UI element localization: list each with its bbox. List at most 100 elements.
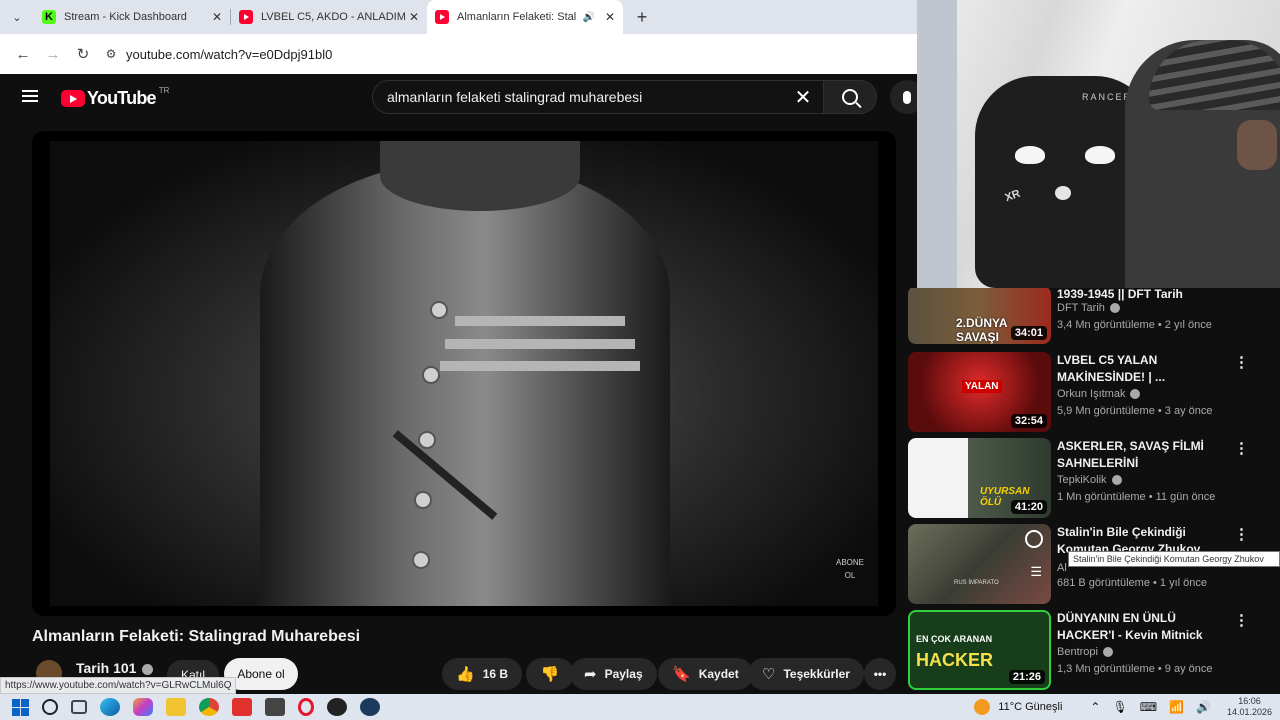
bookmark-icon: 🔖 [672, 666, 691, 683]
video-meta: 5,9 Mn görüntüleme • 3 ay önce [1057, 405, 1213, 417]
more-actions-button[interactable]: ••• [864, 658, 896, 690]
video-thumbnail[interactable]: RUS İMPARATO ☰ [908, 524, 1051, 604]
opera-icon[interactable] [297, 698, 314, 716]
clock-time: 16:06 [1238, 696, 1261, 706]
dislike-button[interactable]: 👎 [526, 658, 574, 690]
officer-face [380, 141, 580, 211]
video-title: 1939-1945 || DFT Tarih [1057, 288, 1183, 301]
uniform-button [412, 551, 430, 569]
edge-icon[interactable] [99, 698, 120, 716]
uniform-button [430, 301, 448, 319]
recommendation-item[interactable]: RUS İMPARATO ☰ Stalin'in Bile Çekindiği … [908, 524, 1280, 610]
volume-icon[interactable]: 🔊 [1196, 700, 1211, 714]
title-tooltip: Stalin'in Bile Çekindiği Komutan Georgy … [1068, 551, 1280, 567]
recommendation-item[interactable]: EN ÇOK ARANAN HACKER 21:26 DÜNYANIN EN Ü… [908, 610, 1280, 693]
search-icon [842, 89, 858, 105]
recommendations-list: 2.DÜNYA SAVAŞI 34:01 1939-1945 || DFT Ta… [908, 288, 1280, 693]
speaker-icon[interactable]: 🔊 [582, 12, 594, 23]
wifi-icon[interactable]: 📶 [1169, 700, 1184, 714]
more-vertical-icon[interactable]: ⋮ [1234, 355, 1249, 370]
youtube-play-icon [61, 90, 85, 107]
youtube-logo[interactable]: YouTube TR [61, 86, 169, 109]
super-thanks-icon: ♡ [762, 666, 776, 683]
reload-icon[interactable]: ↻ [68, 45, 98, 63]
video-title: LVBEL C5 YALAN MAKİNESİNDE! | ... [1057, 353, 1166, 384]
site-settings-icon[interactable]: ⚙ [98, 47, 124, 61]
video-thumbnail[interactable]: EN ÇOK ARANAN HACKER 21:26 [908, 610, 1051, 690]
kick-icon: K [42, 10, 56, 24]
forward-arrow-icon[interactable]: → [38, 46, 68, 63]
close-tab-icon[interactable]: ✕ [212, 10, 222, 24]
channel-name: DFT Tarih [1057, 302, 1120, 314]
microphone-tray-icon[interactable]: 🎙 [1112, 700, 1127, 714]
video-duration: 32:54 [1010, 414, 1047, 428]
channel-name: Orkun Işıtmak [1057, 388, 1141, 400]
search-taskbar-icon[interactable] [41, 699, 58, 715]
add-to-queue-icon[interactable]: ☰ [1030, 564, 1042, 580]
copilot-icon[interactable] [132, 698, 153, 716]
video-duration: 34:01 [1010, 326, 1047, 340]
menu-icon[interactable] [22, 90, 38, 102]
video-thumbnail[interactable]: YALAN 32:54 [908, 352, 1051, 432]
link-status-bar: https://www.youtube.com/watch?v=GLRwCLMu… [0, 677, 237, 694]
logo-text: YouTube [87, 88, 157, 108]
task-view-icon[interactable] [70, 700, 87, 714]
more-vertical-icon[interactable]: ⋮ [1234, 613, 1249, 628]
close-tab-icon[interactable]: ✕ [605, 10, 615, 24]
tab-lvbel[interactable]: LVBEL C5, AKDO - ANLADIM SU ✕ [231, 0, 427, 34]
more-horizontal-icon: ••• [873, 667, 887, 681]
back-arrow-icon[interactable]: ← [8, 46, 38, 63]
more-vertical-icon[interactable]: ⋮ [1234, 441, 1249, 456]
thumbs-up-icon: 👍 [456, 666, 475, 683]
keyboard-tray-icon[interactable]: ⌨ [1140, 700, 1157, 714]
webcam-overlay: XR RANCER [917, 0, 1280, 288]
channel-name-text: TepkiKolik [1057, 474, 1107, 486]
tab-stalingrad[interactable]: Almanların Felaketi: Stalingr 🔊 ✕ [427, 0, 623, 34]
thanks-button[interactable]: ♡ Teşekkürler [748, 658, 864, 690]
watch-later-icon[interactable] [1025, 530, 1043, 548]
youtube-icon [239, 10, 253, 24]
video-duration: 21:26 [1008, 670, 1045, 684]
verified-icon [1102, 647, 1113, 658]
windows-start-icon[interactable] [12, 698, 29, 716]
search-button[interactable] [823, 80, 877, 114]
tab-title: Almanların Felaketi: Stalingr [457, 11, 577, 23]
like-button[interactable]: 👍 16 B [442, 658, 523, 690]
uniform-button [422, 366, 440, 384]
subscribe-watermark[interactable]: ABONE OL [836, 556, 864, 582]
medal-ribbon [445, 339, 635, 349]
address-bar[interactable]: youtube.com/watch?v=e0Ddpj91bl0 [126, 47, 332, 62]
file-explorer-icon[interactable] [165, 698, 186, 716]
channel-name[interactable]: Tarih 101 [76, 660, 154, 676]
video-thumbnail[interactable]: UYURSAN ÖLÜ 41:20 [908, 438, 1051, 518]
chrome-icon[interactable] [198, 698, 219, 716]
video-thumbnail[interactable]: 2.DÜNYA SAVAŞI 34:01 [908, 288, 1051, 344]
clock[interactable]: 16:06 14.01.2026 [1227, 696, 1272, 718]
recommendation-item[interactable]: UYURSAN ÖLÜ 41:20 ASKERLER, SAVAŞ FİLMİ … [908, 438, 1280, 524]
save-button[interactable]: 🔖 Kaydet [658, 658, 753, 690]
tab-title: Stream - Kick Dashboard [64, 11, 187, 23]
more-vertical-icon[interactable]: ⋮ [1234, 527, 1249, 542]
officer-uniform [260, 161, 670, 606]
wps-office-icon[interactable] [231, 698, 252, 716]
chair-logo: XR [1003, 187, 1022, 205]
close-tab-icon[interactable]: ✕ [409, 10, 419, 24]
recommendation-item[interactable]: YALAN 32:54 LVBEL C5 YALAN MAKİNESİNDE! … [908, 352, 1280, 438]
weather-text[interactable]: 11°C Güneşli [998, 701, 1062, 713]
tab-search-chevron-icon[interactable]: ⌄ [0, 0, 34, 34]
share-button[interactable]: ➦ Paylaş [570, 658, 657, 690]
wall-decoration [917, 0, 957, 288]
weather-sun-icon[interactable] [974, 699, 991, 715]
watermark-line2: OL [844, 571, 856, 580]
steam-icon[interactable] [359, 698, 380, 716]
new-tab-button[interactable]: + [629, 7, 655, 28]
verified-icon [1109, 303, 1120, 314]
video-player[interactable]: ABONE OL [32, 131, 896, 616]
game-app-icon[interactable] [264, 698, 285, 716]
verified-icon [142, 663, 154, 675]
show-hidden-icons-icon[interactable]: ⌃ [1090, 700, 1100, 714]
clear-search-icon[interactable]: ✕ [783, 85, 823, 110]
tab-kick-dashboard[interactable]: K Stream - Kick Dashboard ✕ [34, 0, 230, 34]
search-input[interactable]: almanların felaketi stalingrad muharebes… [372, 80, 824, 114]
obs-icon[interactable] [326, 698, 347, 716]
